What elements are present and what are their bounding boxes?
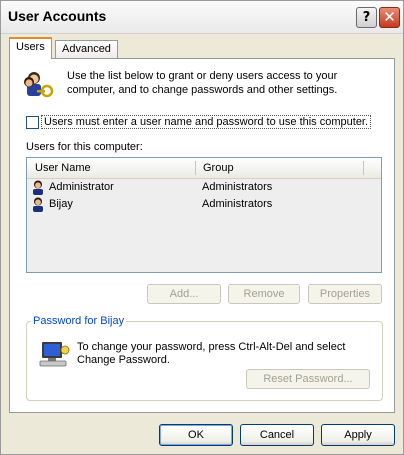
title-bar[interactable]: User Accounts ? ✕ <box>1 1 403 34</box>
users-list-caption: Users for this computer: <box>26 141 143 153</box>
user-name-cell: Bijay <box>49 198 73 210</box>
column-divider[interactable] <box>363 161 364 175</box>
add-user-button[interactable]: Add... <box>147 284 221 304</box>
remove-user-button[interactable]: Remove <box>228 284 300 304</box>
column-divider[interactable] <box>195 161 196 175</box>
user-icon <box>33 180 43 195</box>
password-info-line-2: Change Password. <box>77 354 170 366</box>
help-button[interactable]: ? <box>356 7 377 28</box>
user-accounts-window: User Accounts ? ✕ Users Advanced Use the… <box>0 0 404 455</box>
column-group[interactable]: Group <box>203 162 234 174</box>
table-row[interactable]: Bijay Administrators <box>27 196 381 213</box>
intro-line-1: Use the list below to grant or deny user… <box>67 70 338 82</box>
password-info-line-1: To change your password, press Ctrl-Alt-… <box>77 341 346 353</box>
intro-line-2: computer, and to change passwords and ot… <box>67 84 338 96</box>
users-keys-icon <box>24 72 54 98</box>
apply-button[interactable]: Apply <box>321 424 395 446</box>
cancel-button[interactable]: Cancel <box>240 424 314 446</box>
user-icon <box>33 197 43 212</box>
users-list-header: User Name Group <box>27 158 381 179</box>
group-cell: Administrators <box>202 198 273 210</box>
users-tab-panel: Use the list below to grant or deny user… <box>9 58 395 413</box>
tab-users[interactable]: Users <box>9 37 52 59</box>
require-login-label[interactable]: Users must enter a user name and passwor… <box>41 115 372 129</box>
reset-password-button[interactable]: Reset Password... <box>246 369 370 389</box>
group-cell: Administrators <box>202 181 273 193</box>
ok-button[interactable]: OK <box>159 424 233 446</box>
window-title: User Accounts <box>8 8 107 24</box>
users-list[interactable]: User Name Group Administrator Administra… <box>26 157 382 273</box>
table-row[interactable]: Administrator Administrators <box>27 179 381 196</box>
tab-advanced[interactable]: Advanced <box>55 40 118 60</box>
properties-button[interactable]: Properties <box>308 284 382 304</box>
close-button[interactable]: ✕ <box>379 7 400 28</box>
password-group-title: Password for Bijay <box>31 315 127 327</box>
computer-icon <box>39 342 70 367</box>
user-name-cell: Administrator <box>49 181 114 193</box>
column-user-name[interactable]: User Name <box>35 162 91 174</box>
require-login-checkbox[interactable] <box>26 116 39 129</box>
